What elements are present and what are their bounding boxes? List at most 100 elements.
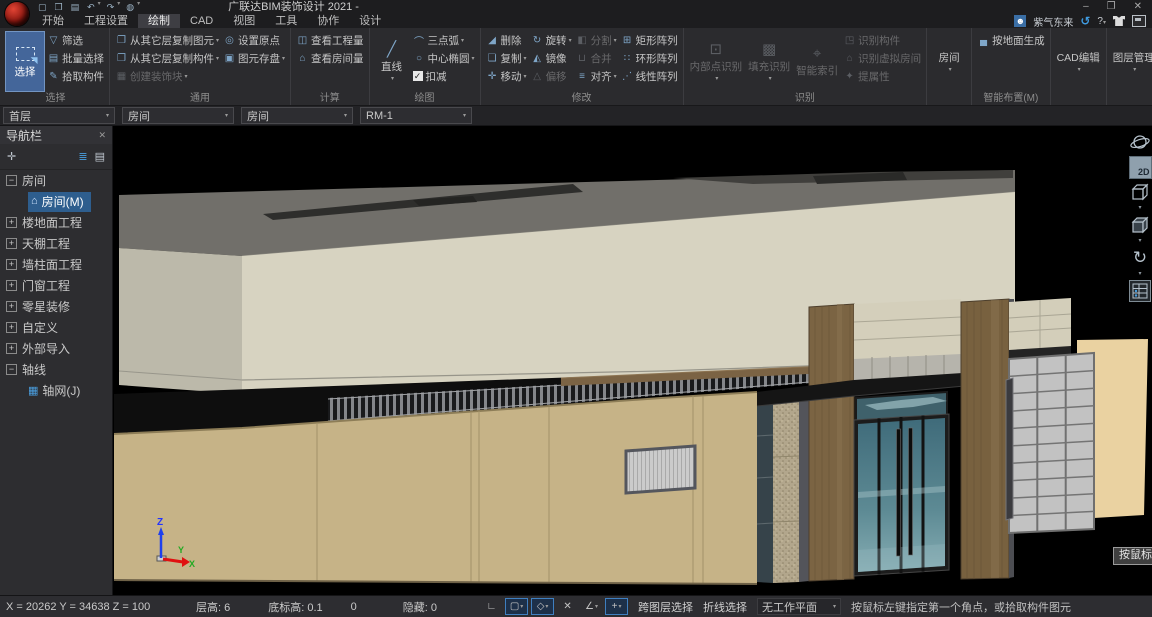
tab-绘制[interactable]: 绘制: [138, 14, 180, 28]
view-cube-toggle[interactable]: ◇▾: [531, 598, 554, 615]
tree-room-m[interactable]: ⌂房间(M): [0, 191, 112, 212]
chevron-down-icon[interactable]: ▾: [1138, 238, 1141, 245]
angle-snap-toggle[interactable]: ∠▾: [581, 599, 602, 614]
three-point-arc-button[interactable]: ⌒三点弧▾: [411, 31, 477, 49]
app-logo-icon[interactable]: [5, 2, 29, 26]
batch-select-button[interactable]: ▤批量选择: [45, 49, 106, 67]
viewport-3d[interactable]: Z Y X 2D ▾ ▾ ↻ ▾ 按鼠标: [113, 126, 1152, 595]
save-file-icon[interactable]: ▤: [71, 0, 80, 14]
user-avatar[interactable]: ☻: [1014, 15, 1026, 27]
publish-icon[interactable]: ◍: [126, 0, 134, 14]
glass-entrance-doors[interactable]: [854, 414, 949, 576]
user-name[interactable]: 紫气东来: [1033, 14, 1073, 29]
layout-table-icon[interactable]: [1129, 280, 1151, 302]
mirror-button[interactable]: ◭镜像: [529, 49, 574, 67]
polyline-select-button[interactable]: 折线选择: [703, 599, 747, 615]
theme-shirt-icon[interactable]: [1113, 16, 1125, 26]
subcategory-selector[interactable]: 房间▾: [241, 107, 353, 124]
chevron-down-icon[interactable]: ▾: [98, 0, 101, 14]
copy-button[interactable]: ❏复制▾: [484, 49, 529, 67]
rotate-view-icon[interactable]: ↻: [1129, 247, 1151, 269]
wall-vent-grille[interactable]: [626, 446, 695, 493]
cross-layer-select-button[interactable]: 跨图层选择: [638, 599, 693, 615]
entrance-upper-wall[interactable]: [854, 299, 961, 382]
view-2d-icon[interactable]: 2D: [1129, 156, 1152, 179]
filter-button[interactable]: ▽筛选: [45, 31, 106, 49]
save-element-button[interactable]: ▣图元存盘▾: [221, 49, 287, 67]
close-button[interactable]: ✕: [1134, 0, 1142, 13]
screen-icon[interactable]: [1132, 15, 1146, 27]
tab-CAD[interactable]: CAD: [180, 14, 223, 28]
add-point-icon[interactable]: ✛: [7, 150, 16, 163]
entrance-side-glass[interactable]: [757, 393, 773, 583]
model-canvas[interactable]: Z Y X: [113, 126, 1152, 595]
line-button[interactable]: ╱直线▾: [373, 31, 411, 92]
tracking-toggle[interactable]: +▾: [605, 598, 628, 615]
orbit-icon[interactable]: [1129, 132, 1151, 154]
tree-floor-works[interactable]: +楼地面工程: [0, 212, 112, 233]
generate-by-ground-button[interactable]: ▄按地面生成: [975, 31, 1047, 49]
align-button[interactable]: ≡对齐▾: [574, 67, 619, 85]
tree-door-window[interactable]: +门窗工程: [0, 275, 112, 296]
copy-elements-from-other-layer-button[interactable]: ❐从其它层复制图元▾: [113, 31, 221, 49]
panel-view-icon[interactable]: ▤: [95, 150, 105, 163]
tab-工程设置[interactable]: 工程设置: [74, 14, 138, 28]
element-selector[interactable]: RM-1▾: [360, 107, 472, 124]
snap-box-toggle[interactable]: ▢▾: [505, 598, 528, 615]
tab-视图[interactable]: 视图: [223, 14, 265, 28]
select-button[interactable]: 选择: [5, 31, 45, 92]
view-room-quantity-button[interactable]: ⌂查看房间量: [294, 49, 366, 67]
tree-import[interactable]: +外部导入: [0, 338, 112, 359]
list-view-icon[interactable]: ≣: [78, 150, 87, 163]
category-selector[interactable]: 房间▾: [122, 107, 234, 124]
workplane-selector[interactable]: 无工作平面▾: [757, 598, 841, 615]
layer-manage-button[interactable]: 图层管理▾: [1110, 31, 1152, 92]
ring-array-button[interactable]: ∷环形阵列: [619, 49, 680, 67]
help-button[interactable]: ?▾: [1097, 16, 1106, 27]
pick-component-button[interactable]: ✎拾取构件: [45, 67, 106, 85]
linear-array-button[interactable]: ⋰线性阵列: [619, 67, 680, 85]
refresh-icon[interactable]: ↺: [1080, 14, 1090, 28]
expand-icon[interactable]: +: [6, 322, 17, 333]
tab-开始[interactable]: 开始: [32, 14, 74, 28]
expand-icon[interactable]: +: [6, 280, 17, 291]
tree-wall-works[interactable]: +墙柱面工程: [0, 254, 112, 275]
view-cube-front-icon[interactable]: [1129, 181, 1151, 203]
ortho-toggle[interactable]: ∟: [481, 599, 502, 614]
expand-icon[interactable]: +: [6, 217, 17, 228]
rect-array-button[interactable]: ⊞矩形阵列: [619, 31, 680, 49]
curtain-wall-grid[interactable]: [1006, 298, 1148, 533]
stone-pillar[interactable]: [773, 391, 809, 583]
tab-协作[interactable]: 协作: [307, 14, 349, 28]
collapse-icon[interactable]: −: [6, 175, 17, 186]
minimize-button[interactable]: –: [1083, 0, 1089, 13]
tree-room[interactable]: −房间: [0, 170, 112, 191]
new-file-icon[interactable]: ▢: [38, 0, 47, 14]
sidebar-close-icon[interactable]: ✕: [98, 130, 106, 141]
room-button[interactable]: 房间▾: [930, 31, 968, 92]
tree-axis[interactable]: −轴线: [0, 359, 112, 380]
expand-icon[interactable]: +: [6, 343, 17, 354]
tree-custom[interactable]: +自定义: [0, 317, 112, 338]
copy-components-from-other-layer-button[interactable]: ❐从其它层复制构件▾: [113, 49, 221, 67]
chevron-down-icon[interactable]: ▾: [117, 0, 120, 14]
open-file-icon[interactable]: ❒: [55, 0, 63, 14]
wood-column-left[interactable]: [809, 304, 854, 581]
restore-button[interactable]: ❐: [1107, 0, 1116, 13]
collapse-icon[interactable]: −: [6, 364, 17, 375]
tree-misc-deco[interactable]: +零星装修: [0, 296, 112, 317]
view-cube-iso-icon[interactable]: [1129, 214, 1151, 236]
tree-ceiling-works[interactable]: +天棚工程: [0, 233, 112, 254]
undo-icon[interactable]: ↶: [87, 0, 95, 14]
chevron-down-icon[interactable]: ▾: [137, 0, 140, 14]
set-origin-button[interactable]: ◎设置原点: [221, 31, 287, 49]
redo-icon[interactable]: ↷: [107, 0, 115, 14]
expand-icon[interactable]: +: [6, 238, 17, 249]
center-ellipse-button[interactable]: ○中心椭圆▾: [411, 49, 477, 67]
floor-selector[interactable]: 首层▾: [3, 107, 115, 124]
view-quantity-button[interactable]: ◫查看工程量: [294, 31, 366, 49]
deduct-button[interactable]: ✓扣减: [411, 67, 477, 85]
expand-icon[interactable]: +: [6, 259, 17, 270]
rotate-button[interactable]: ↻旋转▾: [529, 31, 574, 49]
tab-设计[interactable]: 设计: [349, 14, 391, 28]
